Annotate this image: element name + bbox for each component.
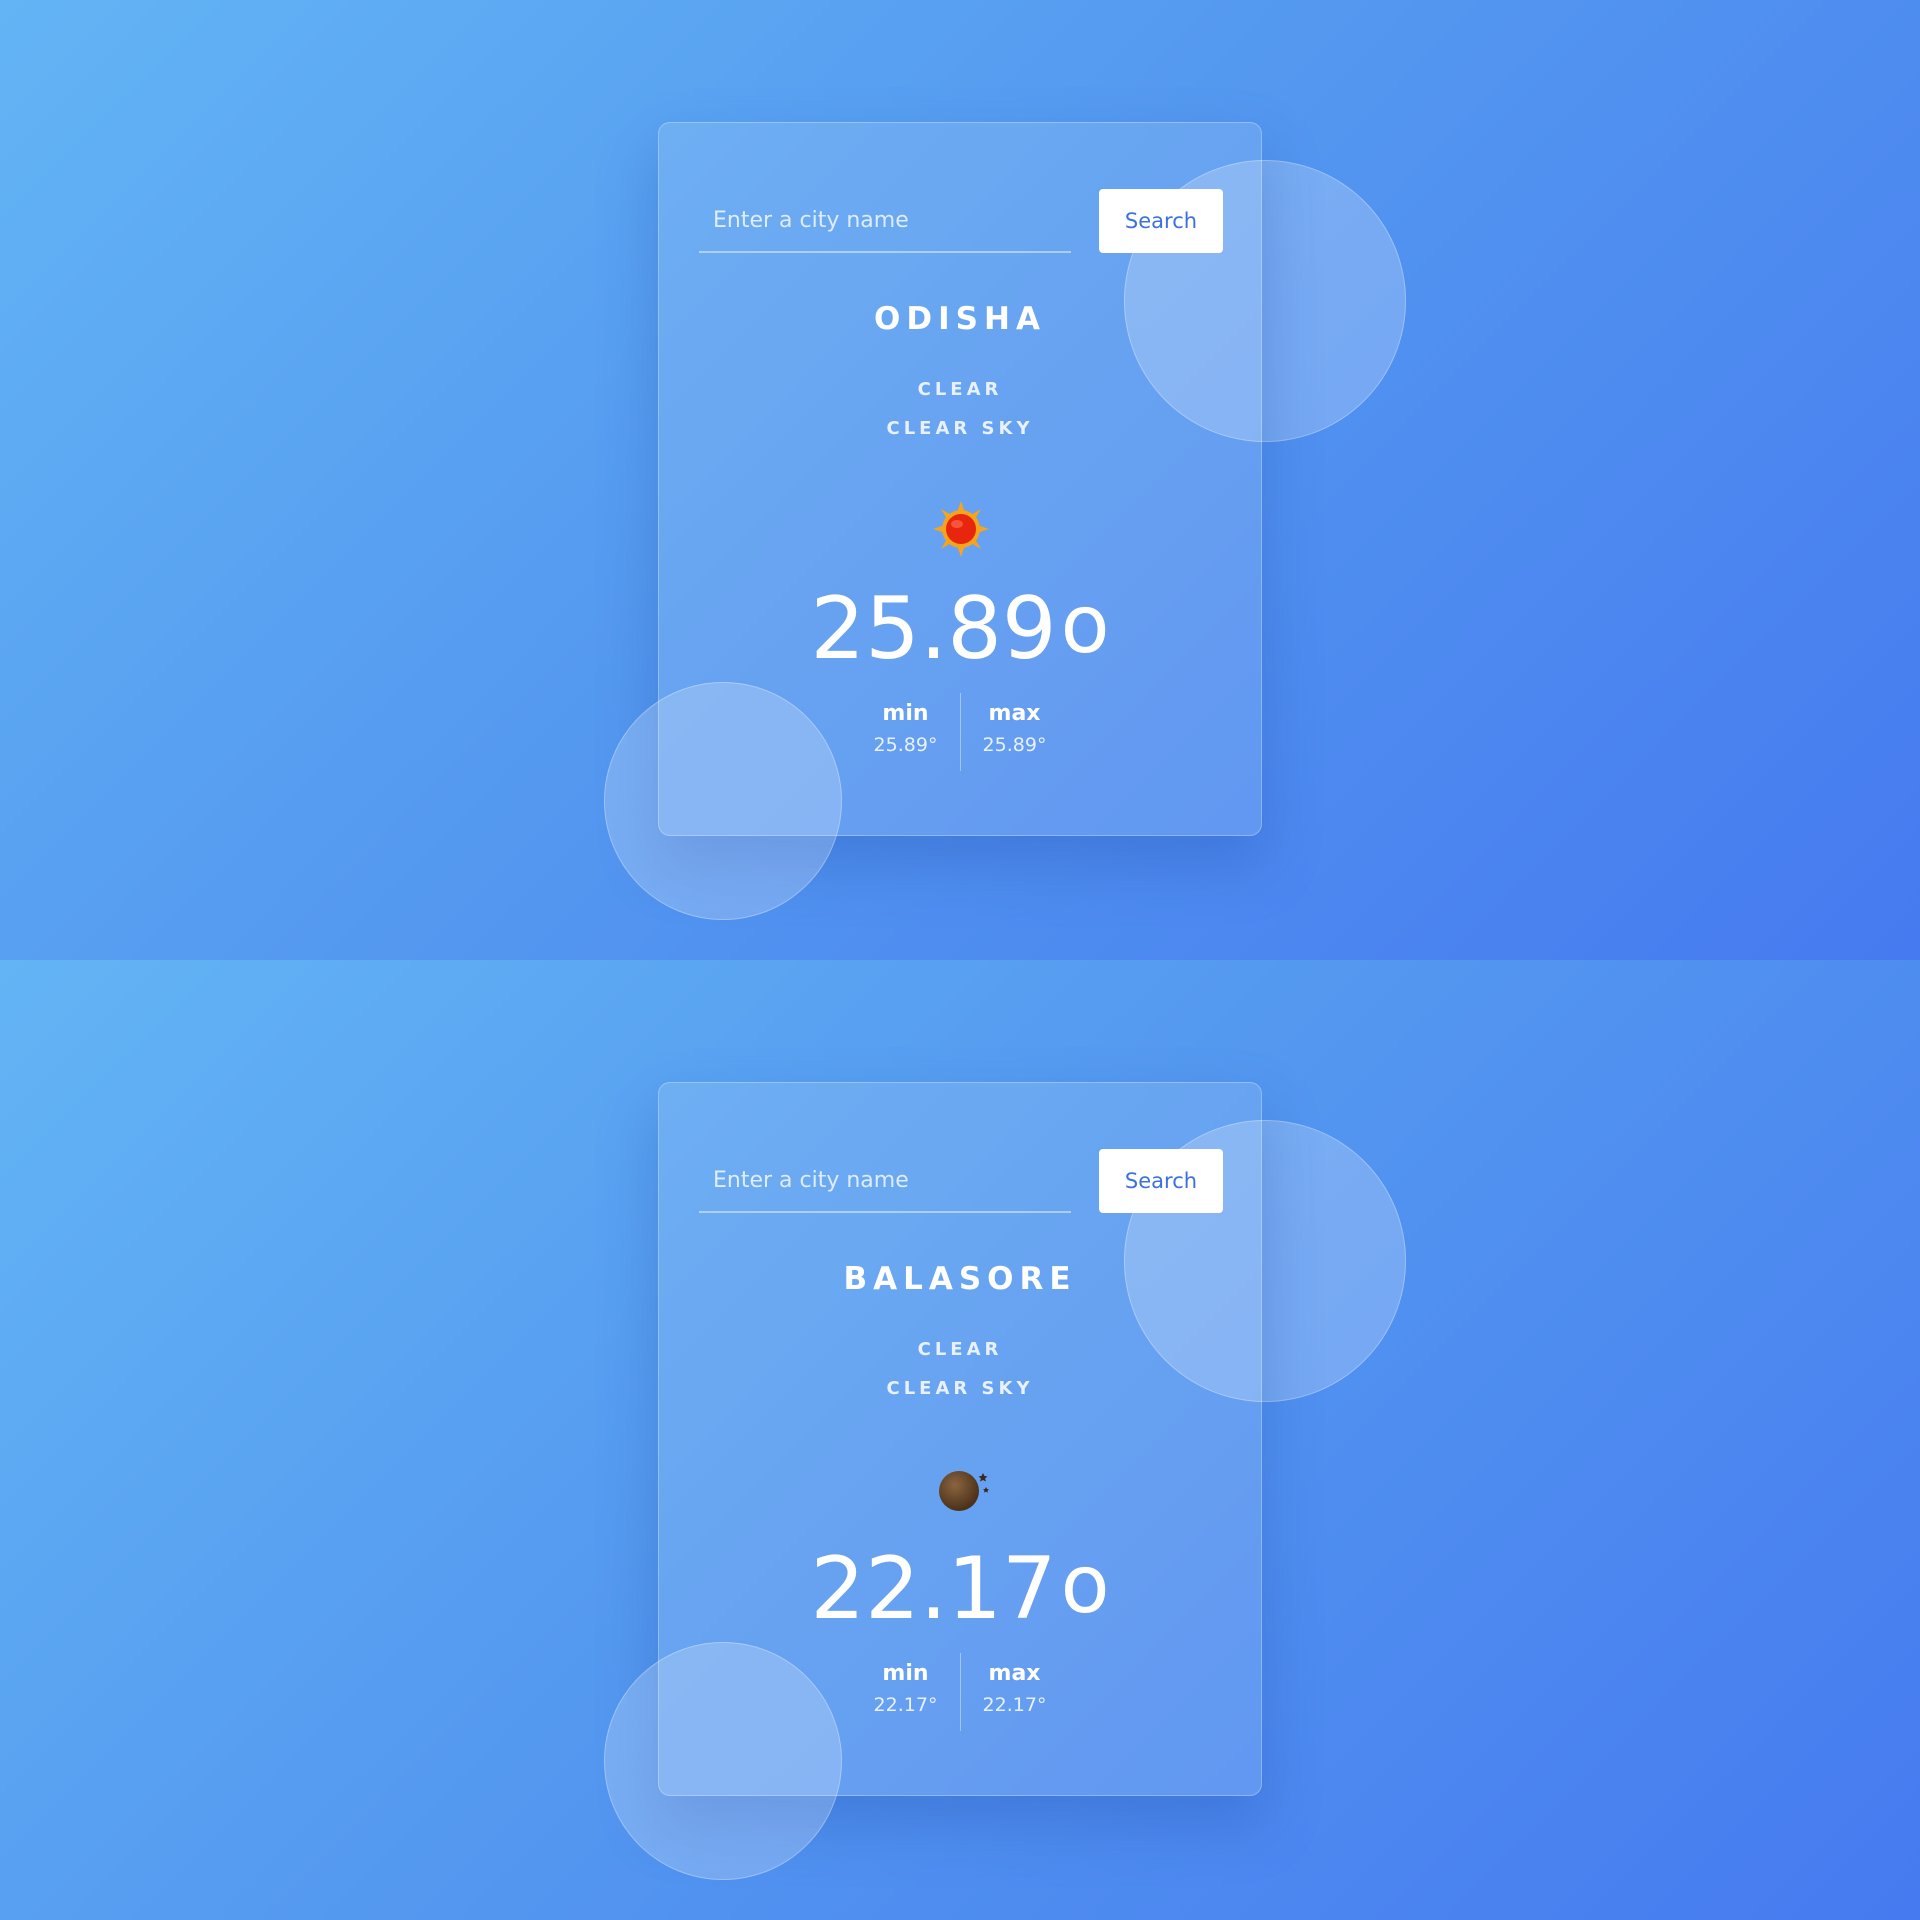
temperature-value: 22.17: [810, 1539, 1057, 1639]
city-name: BALASORE: [843, 1261, 1077, 1297]
min-value: 22.17°: [873, 1694, 938, 1716]
city-search-input[interactable]: [699, 1149, 1071, 1213]
weather-panel-top: Search ODISHA CLEAR CLEAR SKY: [0, 0, 1920, 960]
decorative-bubble: [604, 1642, 842, 1880]
degree-symbol: o: [1060, 1538, 1110, 1631]
weather-description: CLEAR SKY: [886, 418, 1034, 439]
max-temperature: max 25.89°: [961, 693, 1069, 771]
search-button[interactable]: Search: [1099, 189, 1223, 253]
max-value: 25.89°: [982, 734, 1047, 756]
min-value: 25.89°: [873, 734, 938, 756]
temperature-reading: 25.89o: [659, 575, 1261, 679]
min-label: min: [882, 701, 929, 726]
city-search-input[interactable]: [699, 189, 1071, 253]
max-label: max: [988, 701, 1041, 726]
sun-icon: [931, 499, 991, 559]
decorative-bubble: [604, 682, 842, 920]
city-name: ODISHA: [874, 301, 1046, 337]
search-bar: Search: [699, 189, 1223, 255]
weather-condition: CLEAR: [917, 379, 1003, 400]
temperature-reading: 22.17o: [659, 1535, 1261, 1639]
weather-panel-bottom: Search BALASORE CLEAR CLEAR SKY 22.17o: [0, 960, 1920, 1920]
search-button[interactable]: Search: [1099, 1149, 1223, 1213]
min-temperature: min 25.89°: [852, 693, 960, 771]
min-temperature: min 22.17°: [852, 1653, 960, 1731]
max-temperature: max 22.17°: [961, 1653, 1069, 1731]
weather-description: CLEAR SKY: [886, 1378, 1034, 1399]
temperature-value: 25.89: [810, 579, 1057, 679]
min-label: min: [882, 1661, 929, 1686]
max-label: max: [988, 1661, 1041, 1686]
search-bar: Search: [699, 1149, 1223, 1215]
moon-stars-icon: [931, 1459, 991, 1519]
max-value: 22.17°: [982, 1694, 1047, 1716]
weather-condition: CLEAR: [917, 1339, 1003, 1360]
degree-symbol: o: [1060, 578, 1110, 671]
